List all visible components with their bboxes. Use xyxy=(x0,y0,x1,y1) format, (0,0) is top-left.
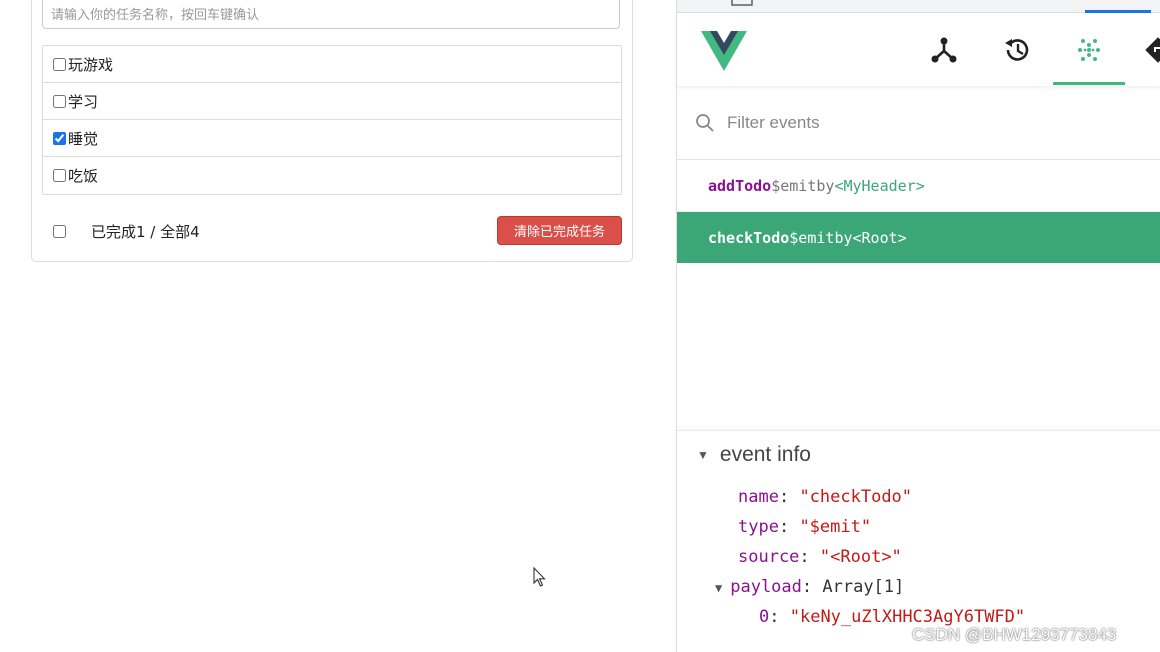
todo-list: 玩游戏 学习 睡觉 吃饭 xyxy=(42,45,622,195)
todo-item-1[interactable]: 学习 xyxy=(43,83,621,120)
info-name-line: name: "checkTodo" xyxy=(738,487,913,507)
event-info-toggle[interactable]: ▼ event info xyxy=(697,443,811,467)
filter-events-row xyxy=(677,86,1160,160)
todo-label-2: 睡觉 xyxy=(68,129,99,148)
todo-checkbox-3[interactable] xyxy=(53,169,66,182)
todo-checkbox-0[interactable] xyxy=(53,57,66,71)
mouse-cursor-icon xyxy=(533,567,546,587)
event-kind: $emit xyxy=(771,177,817,195)
event-source: <MyHeader> xyxy=(834,177,925,195)
info-payload-line[interactable]: ▼ payload: Array[1] xyxy=(715,577,904,597)
todo-item-0[interactable]: 玩游戏 xyxy=(43,46,621,83)
event-source: <Root> xyxy=(852,228,907,247)
components-tree-icon[interactable] xyxy=(929,35,959,65)
event-name: checkTodo xyxy=(708,228,790,247)
event-name: addTodo xyxy=(708,177,772,195)
info-key: source xyxy=(738,547,800,567)
event-info-panel: ▼ event info name: "checkTodo" type: "$e… xyxy=(677,430,1160,652)
info-key: type xyxy=(738,517,779,537)
event-info-title: event info xyxy=(719,443,811,466)
vue-logo-icon xyxy=(701,31,747,71)
vue-devtools-panel: addTodo $emit by <MyHeader> checkTodo $e… xyxy=(676,0,1160,652)
todo-checkbox-1[interactable] xyxy=(53,94,66,108)
info-value: "checkTodo" xyxy=(799,487,913,507)
todo-label-0: 玩游戏 xyxy=(68,55,114,74)
expand-triangle-icon: ▼ xyxy=(715,581,723,595)
event-kind: $emit xyxy=(789,228,835,247)
info-source-line: source: "<Root>" xyxy=(738,547,902,567)
todo-label-1: 学习 xyxy=(68,92,99,111)
events-tab-active-indicator xyxy=(1053,82,1125,85)
device-toolbar-icon[interactable] xyxy=(731,0,753,6)
router-icon[interactable] xyxy=(1143,35,1160,65)
info-payload-item-line: 0: "keNy_uZlXHHC3AgY6TWFD" xyxy=(759,607,1026,627)
todo-checkbox-2[interactable] xyxy=(53,131,66,145)
search-icon xyxy=(696,114,714,132)
info-key: payload xyxy=(730,577,802,597)
info-value: "<Root>" xyxy=(819,547,902,567)
info-value: "keNy_uZlXHHC3AgY6TWFD" xyxy=(789,607,1026,627)
browser-devtools-tab-strip xyxy=(677,0,1160,13)
event-by: by xyxy=(816,177,835,195)
info-value: "$emit" xyxy=(799,517,872,537)
todo-item-2[interactable]: 睡觉 xyxy=(43,120,621,157)
todo-name-input[interactable] xyxy=(42,0,620,29)
select-all-checkbox[interactable] xyxy=(53,224,66,238)
todo-item-3[interactable]: 吃饭 xyxy=(43,157,621,194)
devtools-topbar xyxy=(677,13,1160,86)
info-type-line: type: "$emit" xyxy=(738,517,872,537)
filter-events-input[interactable] xyxy=(727,108,1127,138)
event-row-addTodo[interactable]: addTodo $emit by <MyHeader> xyxy=(677,161,1160,212)
events-icon[interactable] xyxy=(1074,35,1104,65)
info-key: 0 xyxy=(759,607,770,627)
history-icon[interactable] xyxy=(1002,35,1032,65)
info-key: name xyxy=(738,487,779,507)
info-value: Array[1] xyxy=(822,577,905,597)
watermark: CSDN @BHW1293773843 xyxy=(912,625,1117,644)
clear-completed-button[interactable]: 清除已完成任务 xyxy=(497,216,622,245)
event-row-checkTodo-selected[interactable]: checkTodo $emit by <Root> xyxy=(677,212,1160,263)
todo-footer: 已完成1 / 全部4 清除已完成任务 xyxy=(42,214,622,248)
todo-label-3: 吃饭 xyxy=(68,167,99,185)
event-by: by xyxy=(834,228,853,247)
completion-summary: 已完成1 / 全部4 xyxy=(91,222,200,241)
collapse-triangle-icon: ▼ xyxy=(697,448,709,462)
